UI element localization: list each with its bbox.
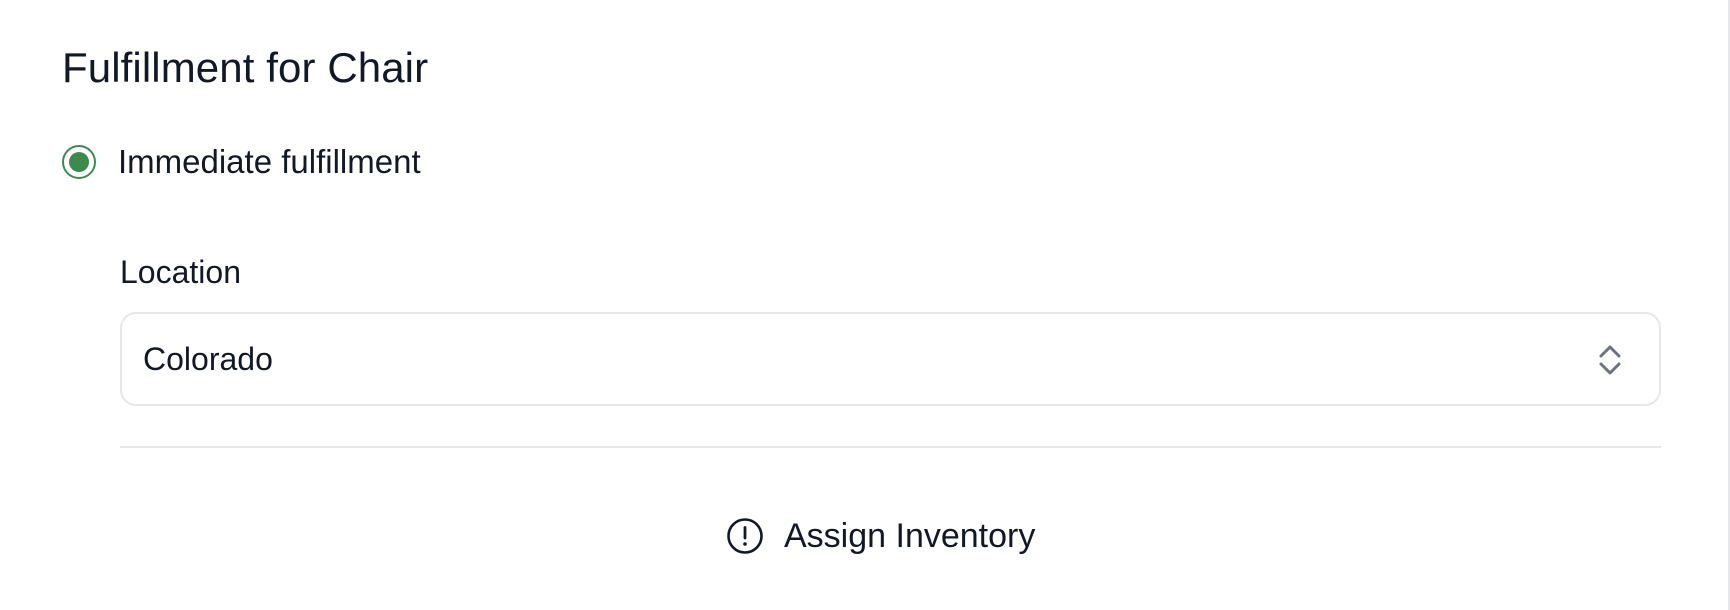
assign-inventory-label: Assign Inventory	[784, 517, 1036, 555]
alert-circle-icon	[727, 518, 763, 554]
location-select-value: Colorado	[143, 341, 273, 377]
assign-inventory-button[interactable]: Assign Inventory	[726, 515, 1035, 557]
location-select[interactable]: Colorado	[120, 312, 1661, 406]
fulfillment-panel: Fulfillment for Chair Immediate fulfillm…	[0, 0, 1730, 610]
page-title: Fulfillment for Chair	[62, 44, 429, 91]
immediate-fulfillment-label: Immediate fulfillment	[118, 143, 421, 180]
chevron-up-down-icon	[1599, 345, 1621, 375]
section-divider	[120, 446, 1661, 448]
radio-selected-dot	[69, 152, 89, 172]
location-label: Location	[120, 254, 241, 290]
immediate-fulfillment-option[interactable]: Immediate fulfillment	[62, 142, 421, 182]
radio-button-selected[interactable]	[62, 145, 96, 179]
